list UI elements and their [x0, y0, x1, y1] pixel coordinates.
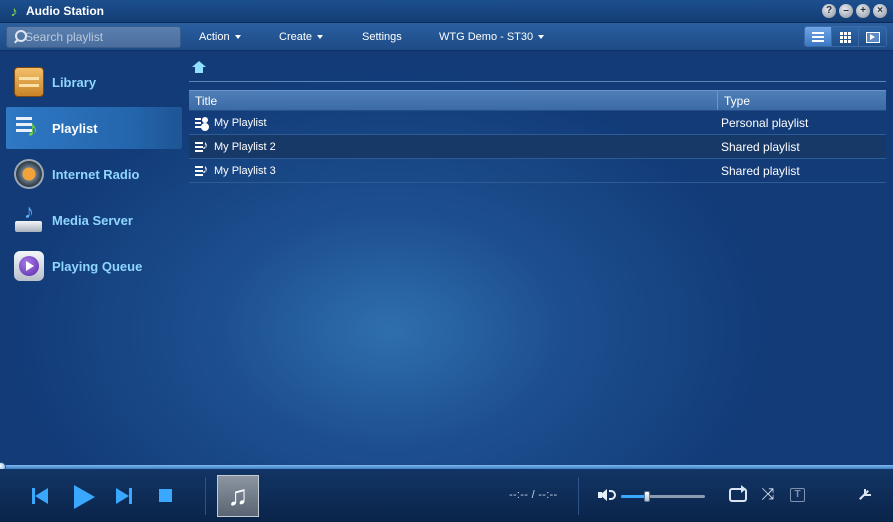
- table-row[interactable]: My Playlist 3 Shared playlist: [189, 159, 886, 183]
- playlist-icon: [14, 113, 44, 143]
- player-controls: ♫ --:-- / --:-- ⤨ T: [0, 469, 893, 522]
- row-title-cell: My Playlist 3: [189, 162, 718, 178]
- playlist-type: Personal playlist: [721, 115, 809, 130]
- playlist-title: My Playlist 2: [214, 140, 276, 153]
- previous-track-icon[interactable]: [30, 485, 54, 509]
- window-controls: ? – + ×: [822, 4, 887, 18]
- playlist-title: My Playlist 3: [214, 164, 276, 177]
- device-selector[interactable]: WTG Demo - ST30: [439, 23, 545, 51]
- sidebar-item-library[interactable]: Library: [6, 61, 182, 103]
- settings-button[interactable]: Settings: [362, 23, 402, 51]
- media-server-icon: [14, 201, 44, 235]
- playlist-table: Title Type My Playlist Personal playlist…: [189, 90, 886, 183]
- action-menu-label: Action: [199, 31, 230, 43]
- personal-playlist-icon: [195, 116, 209, 130]
- time-display: --:-- / --:--: [509, 489, 558, 501]
- sidebar: Library Playlist Internet Radio Media Se…: [0, 52, 182, 464]
- sidebar-item-media-server[interactable]: Media Server: [6, 199, 182, 241]
- view-mode-toggle: [804, 26, 887, 47]
- playlist-type: Shared playlist: [721, 139, 800, 154]
- next-track-icon[interactable]: [114, 485, 138, 509]
- create-menu[interactable]: Create: [279, 23, 324, 51]
- album-cover-icon[interactable]: ♫: [217, 475, 259, 517]
- table-header: Title Type: [189, 90, 886, 111]
- sidebar-item-playing-queue[interactable]: Playing Queue: [6, 245, 182, 287]
- divider: [578, 477, 579, 515]
- action-menu[interactable]: Action: [199, 23, 241, 51]
- repeat-icon[interactable]: [729, 485, 747, 502]
- thumbnail-view-icon[interactable]: [832, 27, 859, 46]
- title-bar: ♪ Audio Station ? – + ×: [0, 0, 893, 23]
- sidebar-item-internet-radio[interactable]: Internet Radio: [6, 153, 182, 195]
- row-title-cell: My Playlist 2: [189, 138, 718, 154]
- play-icon[interactable]: [72, 483, 98, 511]
- table-row[interactable]: My Playlist 2 Shared playlist: [189, 135, 886, 159]
- list-view-icon[interactable]: [805, 27, 832, 46]
- sidebar-item-playlist[interactable]: Playlist: [6, 107, 182, 149]
- chevron-down-icon: [538, 35, 545, 40]
- settings-label: Settings: [362, 31, 402, 43]
- sidebar-item-label: Playlist: [52, 120, 98, 136]
- create-menu-label: Create: [279, 31, 313, 43]
- window-title: Audio Station: [26, 4, 104, 18]
- close-icon[interactable]: ×: [873, 4, 887, 18]
- column-header-type[interactable]: Type: [718, 91, 886, 110]
- maximize-icon[interactable]: +: [856, 4, 870, 18]
- music-note-icon: ♪: [10, 3, 18, 19]
- search-icon: [11, 28, 27, 46]
- sidebar-item-label: Playing Queue: [52, 258, 143, 274]
- playlist-type: Shared playlist: [721, 163, 800, 178]
- search-box: [6, 26, 181, 48]
- sidebar-item-label: Library: [52, 74, 97, 90]
- stop-icon[interactable]: [158, 488, 174, 504]
- playlist-title: My Playlist: [214, 116, 267, 129]
- chevron-down-icon: [234, 35, 241, 40]
- sidebar-item-label: Internet Radio: [52, 166, 140, 182]
- home-icon[interactable]: [192, 61, 206, 75]
- help-icon[interactable]: ?: [822, 4, 836, 18]
- sidebar-item-label: Media Server: [52, 212, 133, 228]
- shared-playlist-icon: [195, 138, 209, 154]
- shared-playlist-icon: [195, 162, 209, 178]
- device-selector-label: WTG Demo - ST30: [439, 31, 534, 43]
- volume-handle[interactable]: [644, 491, 650, 502]
- table-row[interactable]: My Playlist Personal playlist: [189, 111, 886, 135]
- audio-station-window: ♪ Audio Station ? – + × Action Create Se…: [0, 0, 893, 522]
- chevron-down-icon: [317, 35, 324, 40]
- breadcrumb: [189, 58, 886, 82]
- shuffle-icon[interactable]: ⤨: [758, 487, 778, 503]
- minimize-icon[interactable]: –: [839, 4, 853, 18]
- cover-flow-icon[interactable]: [859, 27, 886, 46]
- library-icon: [14, 67, 44, 97]
- internet-radio-icon: [14, 159, 44, 189]
- row-title-cell: My Playlist: [189, 116, 718, 130]
- toolbar: Action Create Settings WTG Demo - ST30: [0, 23, 893, 51]
- mini-player-icon[interactable]: [857, 488, 871, 502]
- main-content: Title Type My Playlist Personal playlist…: [189, 52, 886, 464]
- lyrics-icon[interactable]: T: [790, 488, 805, 502]
- divider: [205, 477, 206, 515]
- column-header-title[interactable]: Title: [189, 91, 718, 110]
- search-input[interactable]: [25, 28, 180, 46]
- playing-queue-icon: [14, 251, 44, 281]
